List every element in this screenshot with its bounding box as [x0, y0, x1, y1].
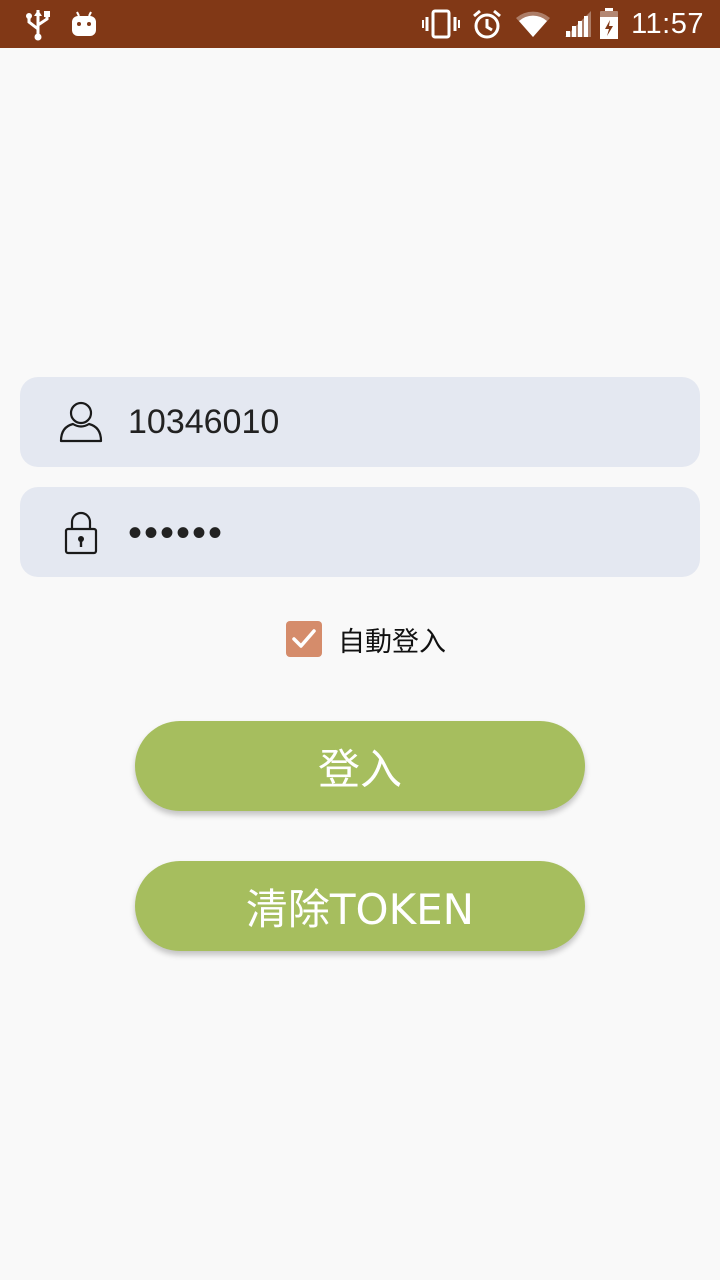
android-icon [70, 0, 98, 48]
checkmark-icon [292, 629, 316, 648]
wifi-icon [514, 0, 552, 48]
password-field[interactable]: •••••• [20, 487, 700, 577]
status-bar: 11:57 [0, 0, 720, 48]
login-button[interactable]: 登入 [135, 721, 585, 811]
username-field[interactable] [20, 377, 700, 467]
status-time: 11:57 [631, 8, 704, 40]
auto-login-label: 自動登入 [338, 626, 446, 658]
battery-charging-icon [598, 0, 620, 48]
vibrate-icon [422, 0, 460, 48]
signal-icon [562, 0, 596, 48]
auto-login-row[interactable]: 自動登入 [286, 620, 446, 658]
auto-login-checkbox[interactable] [286, 621, 322, 657]
alarm-icon [470, 0, 504, 48]
lock-icon [58, 509, 104, 555]
clear-token-button[interactable]: 清除TOKEN [135, 861, 585, 951]
password-input[interactable]: •••••• [128, 487, 668, 577]
username-input[interactable] [128, 377, 668, 467]
usb-icon [22, 0, 54, 48]
user-icon [58, 399, 104, 445]
